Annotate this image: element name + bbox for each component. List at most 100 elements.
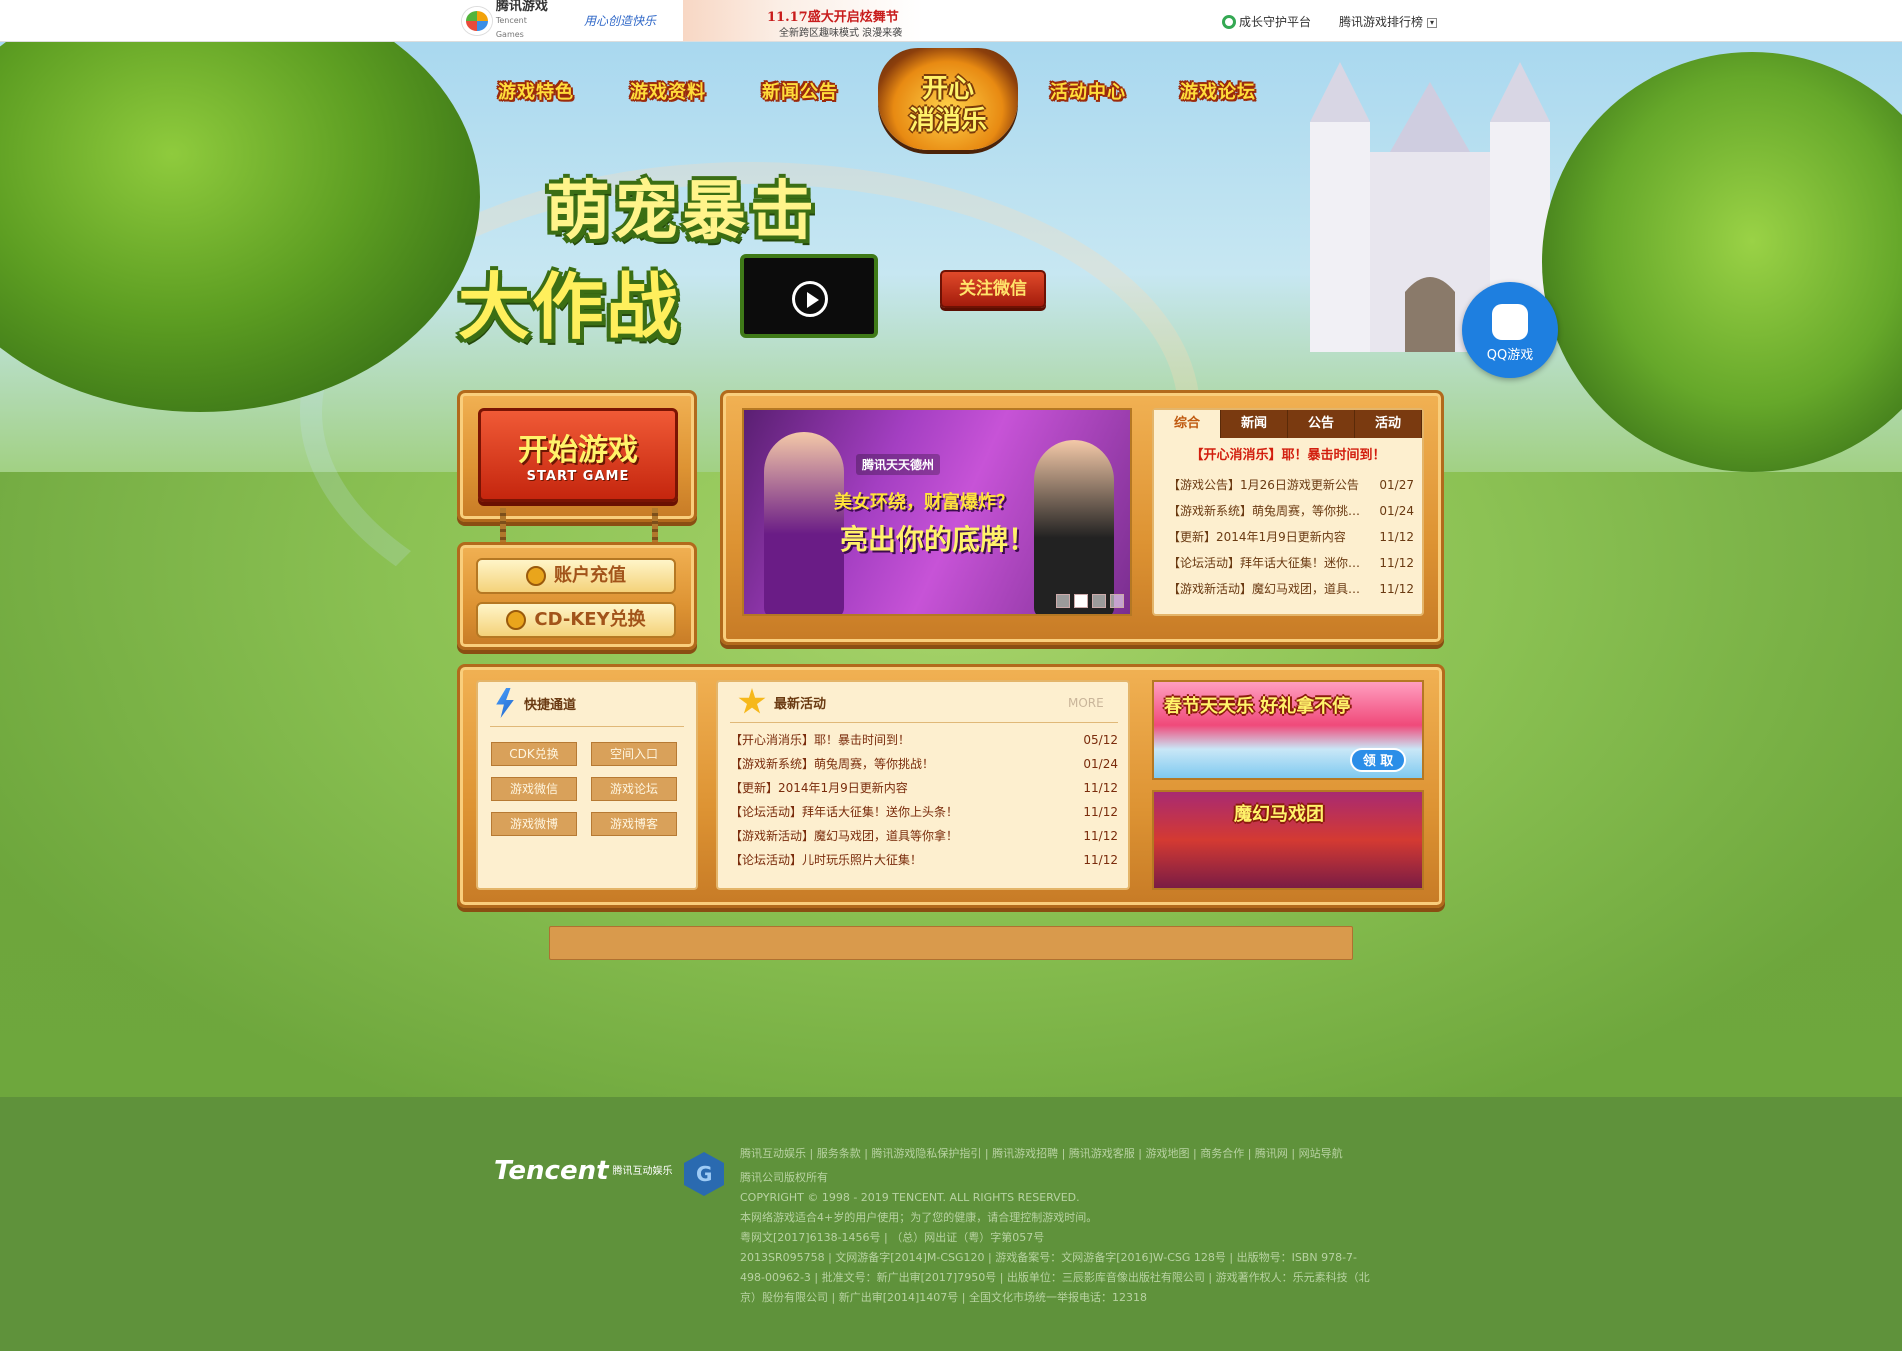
promo-magic-circus[interactable]: 魔幻马戏团 — [1152, 790, 1424, 890]
recharge-button[interactable]: 账户充值 — [476, 558, 676, 594]
event-title: 【更新】2014年1月9日更新内容 — [730, 781, 908, 795]
event-date: 05/12 — [1083, 733, 1118, 747]
ad-subline: 全新跨区趣味模式 浪漫来袭 — [779, 28, 903, 39]
list-item[interactable]: 【开心消消乐】耶！暴击时间到！ 05/12 — [730, 728, 1118, 752]
event-title: 【开心消消乐】耶！暴击时间到！ — [730, 733, 911, 747]
video-player[interactable] — [740, 254, 878, 338]
brand-name: 腾讯游戏 — [495, 0, 548, 14]
news-list: 【游戏公告】1月26日游戏更新公告 01/27 【游戏新系统】萌兔周赛，等你挑战.… — [1168, 472, 1414, 602]
event-date: 11/12 — [1083, 805, 1118, 819]
cdkey-button[interactable]: CD-KEY兑换 — [476, 602, 676, 638]
guardian-icon — [1222, 14, 1236, 29]
claim-button[interactable]: 领 取 — [1350, 748, 1406, 772]
tencent-logo[interactable]: Tencent 腾讯互动娱乐 — [494, 1156, 673, 1186]
event-date: 01/24 — [1083, 757, 1118, 771]
news-headline[interactable]: 【开心消消乐】耶！暴击时间到！ — [1154, 444, 1422, 463]
list-item[interactable]: 【更新】2014年1月9日更新内容 11/12 — [730, 776, 1118, 800]
nav-forum[interactable]: 游戏论坛 — [1180, 78, 1256, 104]
quick-title-label: 快捷通道 — [524, 697, 577, 713]
hero-title-line1: 萌宠暴击 — [546, 175, 818, 249]
event-title: 【游戏新活动】魔幻马戏团，道具等你拿！ — [730, 829, 959, 843]
footer-link[interactable]: 腾讯游戏客服 — [1069, 1147, 1135, 1160]
tab-all[interactable]: 综合 — [1154, 410, 1221, 438]
footer-link[interactable]: 腾讯网 — [1255, 1147, 1288, 1160]
event-title: 【论坛活动】儿时玩乐照片大征集！ — [730, 853, 923, 867]
nav-news[interactable]: 新闻公告 — [762, 78, 838, 104]
event-title: 【论坛活动】拜年话大征集！送你上头条！ — [730, 805, 959, 819]
character-left — [764, 432, 844, 614]
gamepad-icon — [1492, 304, 1528, 340]
list-item[interactable]: 【更新】2014年1月9日更新内容 11/12 — [1168, 524, 1414, 550]
game-ranking-dropdown[interactable]: 腾讯游戏排行榜 ▾ — [1339, 13, 1438, 30]
quick-forum-button[interactable]: 游戏论坛 — [591, 777, 677, 801]
recharge-label: 账户充值 — [554, 565, 626, 586]
quick-qzone-button[interactable]: 空间入口 — [591, 742, 677, 766]
footer-link[interactable]: 游戏地图 — [1146, 1147, 1190, 1160]
quick-blog-button[interactable]: 游戏博客 — [591, 812, 677, 836]
quick-wechat-button[interactable]: 游戏微信 — [491, 777, 577, 801]
qq-game-float-button[interactable]: QQ游戏 — [1462, 282, 1558, 378]
nav-features[interactable]: 游戏特色 — [498, 78, 574, 104]
hero-title-line2: 大作战 — [458, 265, 681, 349]
news-title: 【更新】2014年1月9日更新内容 — [1168, 530, 1346, 544]
follow-wechat-button[interactable]: 关注微信 — [940, 270, 1046, 308]
guardian-platform-link[interactable]: 成长守护平台 — [1222, 13, 1311, 30]
tencent-games-icon — [462, 7, 492, 35]
list-item[interactable]: 【游戏新活动】魔幻马戏团，道具等你拿！ 11/12 — [730, 824, 1118, 848]
news-title: 【游戏新系统】萌兔周赛，等你挑战... — [1168, 504, 1368, 518]
quick-access-title: 快捷通道 — [494, 688, 576, 718]
nav-events[interactable]: 活动中心 — [1050, 78, 1126, 104]
top-ad-banner[interactable]: 11.17盛大开启炫舞节 全新跨区趣味模式 浪漫来袭 — [683, 0, 923, 41]
footer-link[interactable]: 腾讯互动娱乐 — [740, 1147, 806, 1160]
list-item[interactable]: 【游戏新系统】萌兔周赛，等你挑战！ 01/24 — [730, 752, 1118, 776]
news-date: 01/24 — [1379, 504, 1414, 518]
tab-announcements[interactable]: 公告 — [1288, 410, 1355, 438]
event-date: 11/12 — [1083, 853, 1118, 867]
footer-link[interactable]: 商务合作 — [1200, 1147, 1244, 1160]
list-item[interactable]: 【游戏公告】1月26日游戏更新公告 01/27 — [1168, 472, 1414, 498]
ranking-label: 腾讯游戏排行榜 — [1339, 15, 1424, 29]
list-item[interactable]: 【论坛活动】拜年话大征集！迷你上... 11/12 — [1168, 550, 1414, 576]
lock-icon — [506, 610, 527, 630]
promo2-title: 魔幻马戏团 — [1234, 804, 1324, 825]
quick-cdk-button[interactable]: CDK兑换 — [491, 742, 577, 766]
footer-rights-cn: 腾讯公司版权所有 — [740, 1171, 828, 1184]
list-item[interactable]: 【论坛活动】拜年话大征集！送你上头条！ 11/12 — [730, 800, 1118, 824]
carousel-dot[interactable] — [1092, 594, 1106, 608]
promo1-title: 春节天天乐 好礼拿不停 — [1164, 696, 1351, 717]
footer-link[interactable]: 腾讯游戏招聘 — [992, 1147, 1058, 1160]
footer-link[interactable]: 网站导航 — [1299, 1147, 1343, 1160]
list-item[interactable]: 【论坛活动】儿时玩乐照片大征集！ 11/12 — [730, 848, 1118, 872]
game-logo[interactable]: 开心 消消乐 — [878, 48, 1018, 150]
footer-link[interactable]: 腾讯游戏隐私保护指引 — [871, 1147, 981, 1160]
more-link[interactable]: MORE — [1068, 696, 1104, 710]
tab-events[interactable]: 活动 — [1355, 410, 1422, 438]
tab-news[interactable]: 新闻 — [1221, 410, 1288, 438]
news-title: 【游戏公告】1月26日游戏更新公告 — [1168, 478, 1359, 492]
footer-link[interactable]: 服务条款 — [817, 1147, 861, 1160]
news-date: 11/12 — [1379, 556, 1414, 570]
money-bag-icon — [526, 566, 546, 586]
start-label-en: START GAME — [526, 469, 630, 484]
star-icon — [738, 688, 766, 714]
nav-game-info[interactable]: 游戏资料 — [630, 78, 706, 104]
tree-right — [1542, 52, 1902, 472]
carousel-line2: 亮出你的底牌！ — [840, 523, 1037, 556]
promo-carousel[interactable]: 腾讯天天德州 美女环绕，财富爆炸？ 亮出你的底牌！ — [742, 408, 1132, 616]
list-item[interactable]: 【游戏新系统】萌兔周赛，等你挑战... 01/24 — [1168, 498, 1414, 524]
quick-weibo-button[interactable]: 游戏微博 — [491, 812, 577, 836]
carousel-dot[interactable] — [1074, 594, 1088, 608]
start-game-button[interactable]: 开始游戏 START GAME — [478, 408, 678, 502]
promo-spring-festival[interactable]: 春节天天乐 好礼拿不停 领 取 — [1152, 680, 1424, 780]
start-label-cn: 开始游戏 — [518, 433, 638, 468]
event-date: 11/12 — [1083, 781, 1118, 795]
latest-events-title: 最新活动 — [738, 688, 826, 716]
carousel-dot[interactable] — [1056, 594, 1070, 608]
tencent-sub: 腾讯互动娱乐 — [612, 1165, 673, 1177]
brand-en: Tencent Games — [495, 16, 527, 39]
list-item[interactable]: 【游戏新活动】魔幻马戏团，道具等... 11/12 — [1168, 576, 1414, 602]
tencent-games-logo[interactable]: 腾讯游戏 Tencent Games — [462, 0, 557, 39]
carousel-dot[interactable] — [1110, 594, 1124, 608]
carousel-brand: 腾讯天天德州 — [856, 454, 941, 475]
footer-age-notice: 本网络游戏适合4+岁的用户使用；为了您的健康，请合理控制游戏时间。 — [740, 1211, 1098, 1224]
